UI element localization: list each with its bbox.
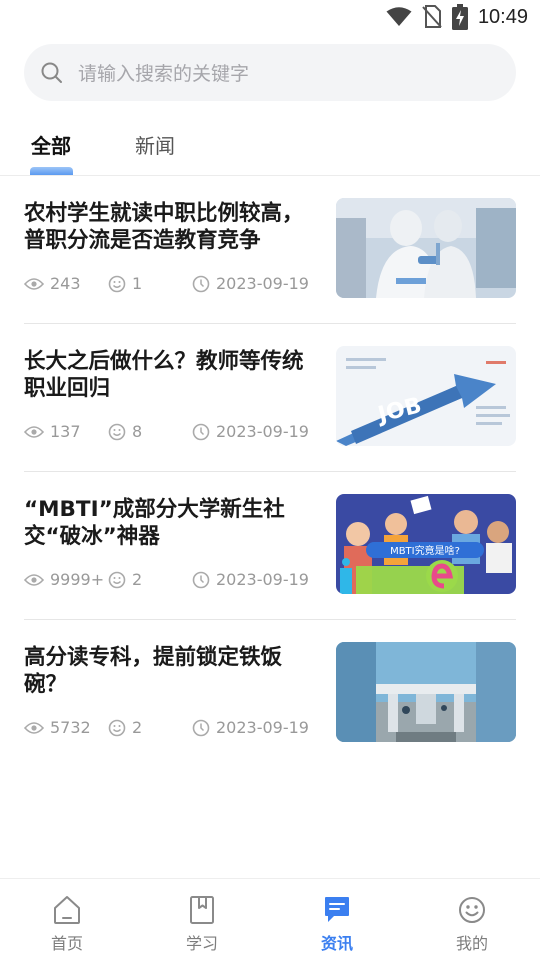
smiley-icon xyxy=(108,275,126,292)
clock-icon xyxy=(192,423,210,440)
eye-icon xyxy=(24,425,44,438)
comment-count: 1 xyxy=(132,274,143,293)
news-meta: 9999+ 2 2023-09-19 xyxy=(24,570,324,594)
smiley-icon xyxy=(459,897,485,923)
nav-label: 我的 xyxy=(455,934,488,953)
search-input[interactable] xyxy=(76,44,500,103)
mbti-illustration: MBTI究竟是啥? xyxy=(336,494,516,594)
view-count: 5732 xyxy=(50,718,91,737)
book-icon xyxy=(190,896,214,924)
nav-profile[interactable]: 我的 xyxy=(432,879,512,961)
comment-count: 2 xyxy=(132,570,143,589)
job-infographic: JOB xyxy=(336,346,516,446)
nav-label: 首页 xyxy=(50,934,83,953)
news-item[interactable]: 长大之后做什么？教师等传统职业回归 137 8 2023-09-19 JOB xyxy=(24,324,516,472)
nav-study[interactable]: 学习 xyxy=(162,879,242,961)
wifi-icon xyxy=(386,7,412,26)
news-item[interactable]: 高分读专科，提前锁定铁饭碗？ 5732 2 2023-09-19 xyxy=(24,620,516,768)
view-count: 137 xyxy=(50,422,81,441)
search-bar[interactable] xyxy=(24,44,516,103)
news-thumbnail[interactable] xyxy=(336,198,516,298)
comment-count: 2 xyxy=(132,718,143,737)
no-sim-icon xyxy=(422,5,442,28)
eye-icon xyxy=(24,277,44,290)
news-thumbnail[interactable] xyxy=(336,642,516,742)
tab-news[interactable]: 新闻 xyxy=(135,130,175,159)
smiley-icon xyxy=(108,719,126,736)
nav-home[interactable]: 首页 xyxy=(27,879,107,961)
publish-date: 2023-09-19 xyxy=(216,718,309,737)
news-thumbnail[interactable]: MBTI究竟是啥? xyxy=(336,494,516,594)
tab-all[interactable]: 全部 xyxy=(31,130,71,159)
news-meta: 5732 2 2023-09-19 xyxy=(24,718,324,742)
status-bar: 10:49 xyxy=(0,0,540,36)
clock-icon xyxy=(192,275,210,292)
category-tabs: 全部 新闻 xyxy=(0,120,540,176)
clock: 10:49 xyxy=(477,5,528,28)
search-icon xyxy=(41,62,62,83)
eye-icon xyxy=(24,721,44,734)
news-title: “MBTI”成部分大学新生社交“破冰”神器 xyxy=(24,497,285,549)
comment-count: 8 xyxy=(132,422,143,441)
clock-icon xyxy=(192,719,210,736)
active-tab-indicator xyxy=(30,167,73,175)
bottom-nav: 首页 学习 资讯 我的 xyxy=(0,878,540,961)
view-count: 9999+ xyxy=(50,570,105,589)
news-meta: 137 8 2023-09-19 xyxy=(24,422,324,446)
eye-icon xyxy=(24,573,44,586)
news-item[interactable]: 农村学生就读中职比例较高，普职分流是否造教育竞争 243 1 2023-09-1… xyxy=(24,176,516,324)
smiley-icon xyxy=(108,423,126,440)
publish-date: 2023-09-19 xyxy=(216,570,309,589)
news-title: 高分读专科，提前锁定铁饭碗？ xyxy=(24,645,283,697)
view-count: 243 xyxy=(50,274,81,293)
news-title: 农村学生就读中职比例较高，普职分流是否造教育竞争 xyxy=(24,201,304,253)
publish-date: 2023-09-19 xyxy=(216,422,309,441)
news-meta: 243 1 2023-09-19 xyxy=(24,274,324,298)
smiley-icon xyxy=(108,571,126,588)
news-thumbnail[interactable]: JOB xyxy=(336,346,516,446)
college-gate-photo xyxy=(336,642,516,742)
thumb-caption: MBTI究竟是啥? xyxy=(390,544,460,557)
home-icon xyxy=(54,896,80,924)
news-title: 长大之后做什么？教师等传统职业回归 xyxy=(24,349,304,401)
lab-workers-photo xyxy=(336,198,516,298)
message-icon xyxy=(325,897,349,922)
nav-news[interactable]: 资讯 xyxy=(297,879,377,961)
clock-icon xyxy=(192,571,210,588)
battery-charging-icon xyxy=(451,4,468,30)
nav-label: 学习 xyxy=(185,934,218,953)
publish-date: 2023-09-19 xyxy=(216,274,309,293)
news-item[interactable]: “MBTI”成部分大学新生社交“破冰”神器 9999+ 2 2023-09-19 xyxy=(24,472,516,620)
nav-label: 资讯 xyxy=(320,934,353,953)
